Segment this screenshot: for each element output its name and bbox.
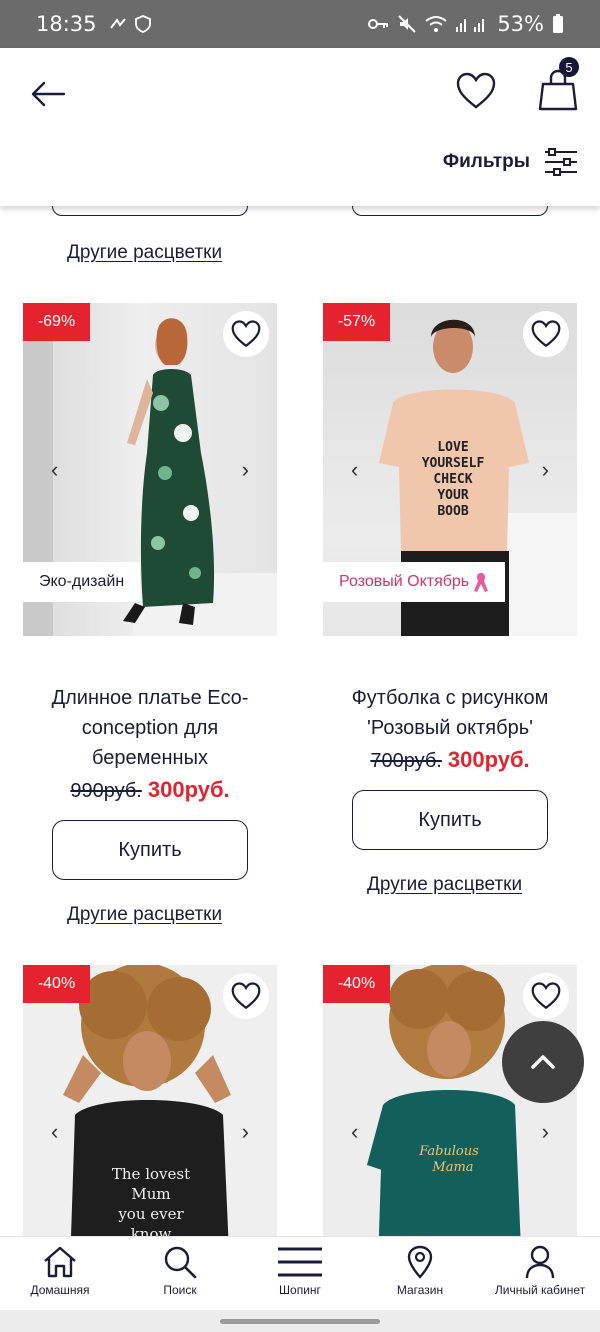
home-indicator[interactable] [220,1319,380,1324]
arrow-left-icon [31,81,66,107]
menu-icon [278,1247,322,1277]
add-to-wishlist-button[interactable] [223,311,269,357]
nav-account-label: Личный кабинет [494,1283,586,1297]
product-image[interactable]: The lovest Mum you ever know -40% ‹ › [23,965,277,1236]
add-to-wishlist-button[interactable] [523,311,569,357]
product-price: 990руб. 300руб. [23,777,277,803]
buy-button-prev[interactable] [52,206,248,216]
nav-home-label: Домашняя [30,1283,90,1297]
heart-icon [231,320,261,348]
prev-image-arrow[interactable]: ‹ [351,457,358,483]
svg-text:CHECK: CHECK [433,472,472,487]
eco-design-tag: Эко-дизайн [23,562,141,602]
add-to-wishlist-button[interactable] [223,973,269,1019]
home-icon [44,1246,76,1278]
nav-search-label: Поиск [163,1283,197,1297]
next-image-arrow[interactable]: › [242,1119,249,1145]
svg-text:The lovest: The lovest [112,1165,190,1183]
cart-count-badge: 5 [559,57,579,77]
status-bar: 18:35 53% [0,0,600,48]
nav-shopping[interactable]: Шопинг [240,1237,360,1310]
nav-shopping-label: Шопинг [279,1283,321,1297]
other-colors-link[interactable]: Другие расцветки [367,874,522,896]
old-price: 700руб. [370,750,442,772]
next-image-arrow[interactable]: › [542,1119,549,1145]
pink-october-tag: Розовый Октябрь [323,562,506,602]
location-icon [407,1245,433,1279]
buy-button[interactable]: Купить [52,820,248,880]
nav-stores[interactable]: Магазин [360,1237,480,1310]
tag-label: Розовый Октябрь [339,573,470,590]
product-title[interactable]: Длинное платье Eco-conception для береме… [23,683,277,773]
new-price: 300руб. [447,747,530,772]
svg-text:BOOB: BOOB [437,504,468,519]
svg-text:Fabulous: Fabulous [418,1144,479,1159]
discount-badge: -57% [323,303,390,341]
other-colors-link[interactable]: Другие расцветки [67,904,222,926]
discount-badge: -40% [23,965,90,1003]
bottom-navigation: Домашняя Поиск Шопинг Магазин Личный каб… [0,1236,600,1310]
next-image-arrow[interactable]: › [242,457,249,483]
nav-account[interactable]: Личный кабинет [480,1237,600,1310]
system-gesture-bar [0,1310,600,1332]
product-title[interactable]: Футболка с рисунком 'Розовый октябрь' [323,683,577,743]
svg-text:you ever: you ever [117,1205,184,1223]
old-price: 990руб. [70,780,142,802]
user-icon [525,1245,555,1279]
discount-badge: -69% [23,303,90,341]
heart-icon [456,72,496,109]
svg-text:YOURSELF: YOURSELF [422,456,485,471]
other-colors-link[interactable]: Другие расцветки [67,242,222,264]
product-image[interactable]: -69% ‹ › Эко-дизайн [23,303,277,636]
status-time: 18:35 [36,12,97,36]
signal-icon [455,15,489,33]
filters-label: Фильтры [442,151,530,172]
pink-ribbon-icon [474,573,489,592]
prev-image-arrow[interactable]: ‹ [351,1119,358,1145]
filters-button[interactable]: Фильтры [443,148,578,176]
back-button[interactable] [28,74,68,114]
svg-text:LOVE: LOVE [437,440,468,455]
heart-icon [231,982,261,1010]
product-image[interactable]: LOVE YOURSELF CHECK YOUR BOOB -57% ‹ › Р… [323,303,577,636]
prev-image-arrow[interactable]: ‹ [51,457,58,483]
svg-text:know: know [131,1225,172,1236]
sync-icon [109,17,127,31]
svg-text:YOUR: YOUR [437,488,468,503]
battery-text: 53% [497,12,544,36]
heart-icon [531,320,561,348]
product-price: 700руб. 300руб. [323,747,577,773]
discount-badge: -40% [323,965,390,1003]
scroll-to-top-button[interactable] [502,1021,584,1103]
shield-icon [134,15,151,33]
cart-button[interactable] [538,68,582,116]
next-image-arrow[interactable]: › [542,457,549,483]
sliders-icon [545,148,577,176]
nav-search[interactable]: Поиск [120,1237,240,1310]
app-header: 5 Фильтры [0,48,600,206]
new-price: 300руб. [147,777,230,802]
nav-home[interactable]: Домашняя [0,1237,120,1310]
heart-icon [531,982,561,1010]
svg-text:Mama: Mama [431,1160,473,1175]
wifi-icon [425,15,447,33]
search-icon [164,1246,197,1279]
prev-image-arrow[interactable]: ‹ [51,1119,58,1145]
wishlist-button[interactable] [456,72,498,114]
buy-button-prev[interactable] [352,206,548,216]
svg-text:Mum: Mum [131,1185,170,1203]
nav-stores-label: Магазин [396,1283,444,1297]
add-to-wishlist-button[interactable] [523,973,569,1019]
buy-button[interactable]: Купить [352,790,548,850]
chevron-up-icon [531,1055,555,1069]
mute-icon [397,14,417,34]
key-icon [367,17,389,31]
battery-icon [552,14,564,34]
